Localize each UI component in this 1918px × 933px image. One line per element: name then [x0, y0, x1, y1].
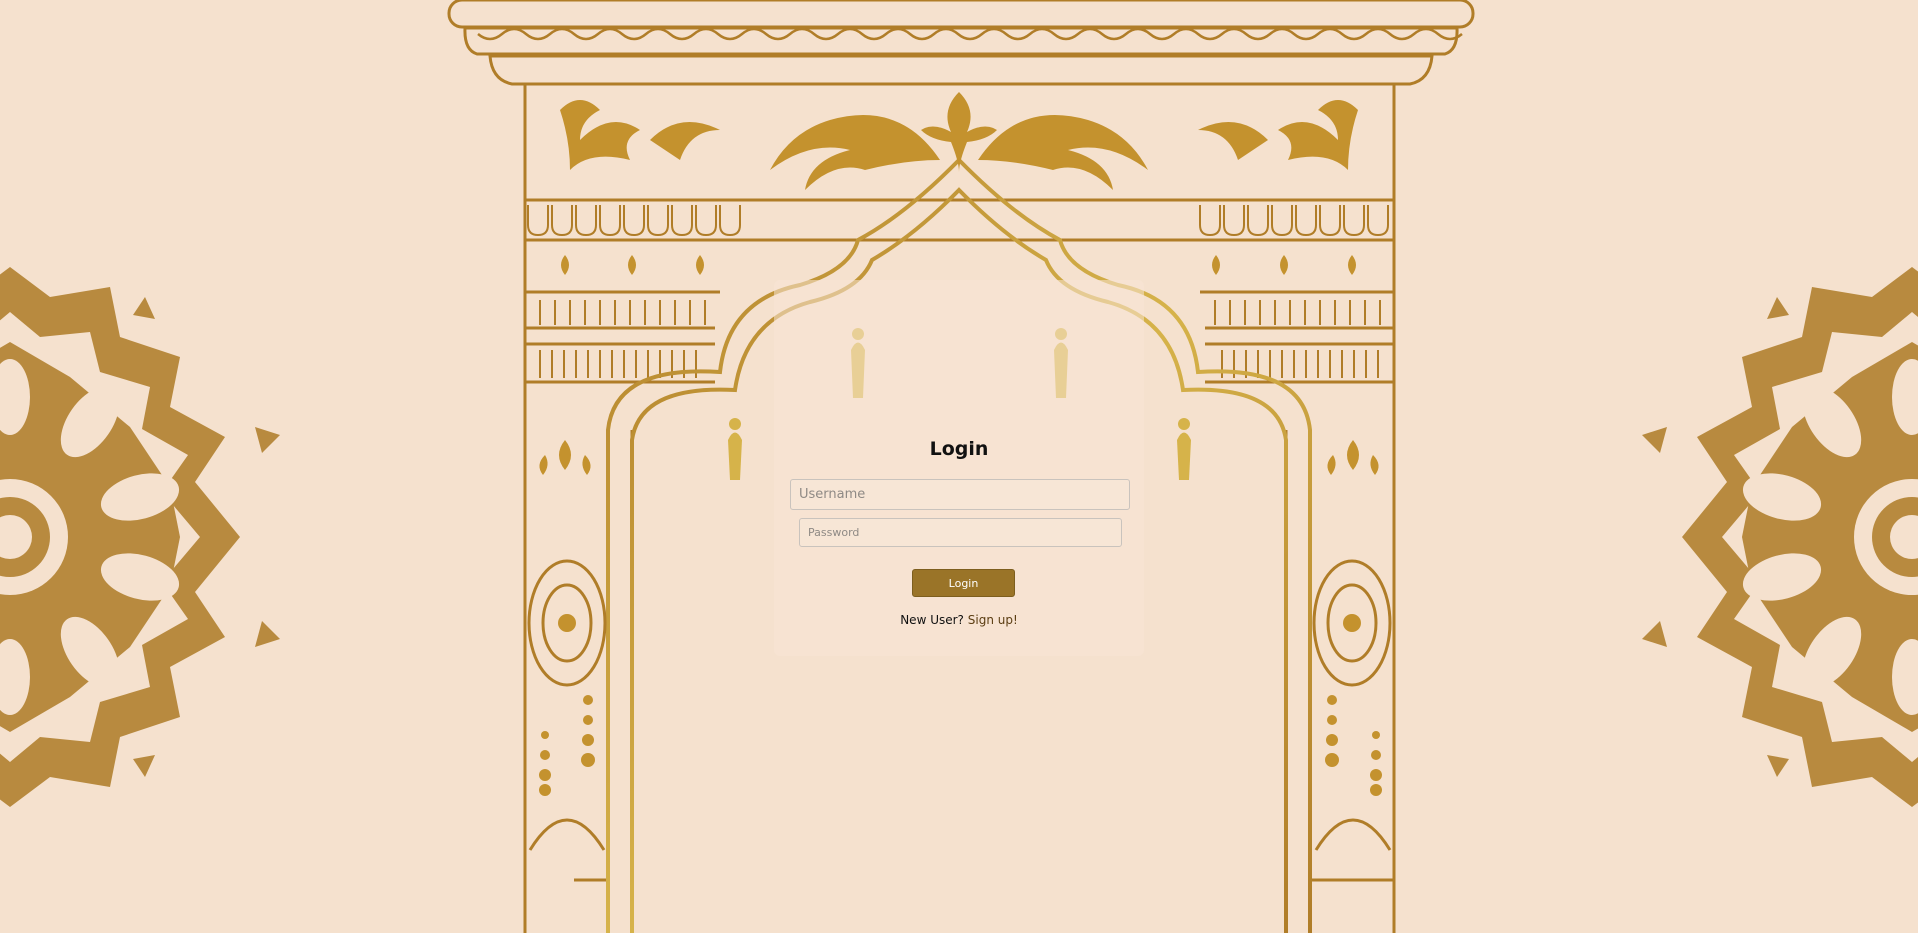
signup-link[interactable]: Sign up! [968, 613, 1018, 627]
login-card [774, 280, 1144, 656]
password-input[interactable] [799, 518, 1122, 547]
left-mandala-ornament [0, 267, 280, 807]
login-button[interactable]: Login [912, 569, 1015, 597]
signup-prompt: New User? Sign up! [0, 613, 1918, 627]
right-mandala-ornament [1642, 267, 1918, 807]
login-page: Login Login New User? Sign up! [0, 0, 1918, 933]
login-title: Login [929, 438, 989, 460]
new-user-text: New User? [900, 613, 964, 627]
username-input[interactable] [790, 479, 1130, 510]
